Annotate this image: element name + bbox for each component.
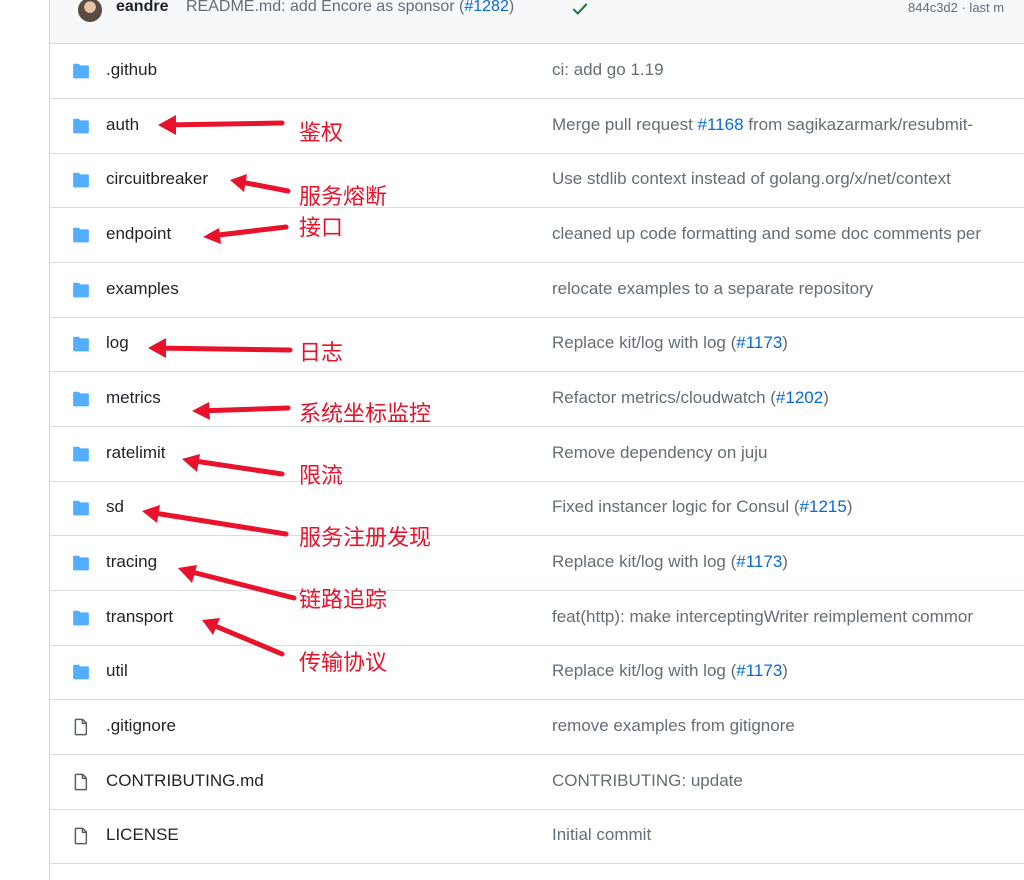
pr-link[interactable]: #1215 bbox=[800, 497, 847, 516]
file-name-link[interactable]: .gitignore bbox=[106, 716, 176, 736]
file-icon bbox=[74, 828, 88, 845]
file-row[interactable]: sd Fixed instancer logic for Consul (#121… bbox=[50, 481, 1024, 537]
folder-icon bbox=[73, 665, 89, 680]
folder-icon bbox=[73, 227, 89, 243]
pr-link[interactable]: #1173 bbox=[736, 661, 782, 680]
file-name-link[interactable]: log bbox=[106, 333, 129, 353]
file-row[interactable]: examples relocate examples to a separate … bbox=[50, 263, 1024, 318]
file-row[interactable]: log Replace kit/log with log (#1173) bbox=[50, 317, 1024, 373]
annotation-label-sd: 服务注册发现 bbox=[299, 526, 432, 551]
annotation-label-tracing: 链路追踪 bbox=[299, 588, 388, 613]
commit-message-link[interactable]: relocate examples to a separate reposito… bbox=[552, 279, 873, 299]
commit-message-link[interactable]: CONTRIBUTING: update bbox=[552, 771, 743, 791]
annotation-label-endpoint: 接口 bbox=[299, 216, 344, 241]
commit-message-link[interactable]: Use stdlib context instead of golang.org… bbox=[552, 169, 951, 189]
pr-link[interactable]: #1173 bbox=[736, 333, 782, 352]
file-icon bbox=[74, 773, 88, 791]
commit-message-link[interactable]: Initial commit bbox=[552, 825, 651, 845]
file-name-link[interactable]: endpoint bbox=[106, 224, 171, 244]
commit-message-link[interactable]: Replace kit/log with log (#1173) bbox=[552, 661, 788, 681]
file-icon bbox=[74, 718, 88, 736]
file-row[interactable]: circuitbreaker Use stdlib context instead… bbox=[50, 153, 1024, 209]
file-name-link[interactable]: .github bbox=[106, 60, 157, 80]
commit-message-link[interactable]: Refactor metrics/cloudwatch (#1202) bbox=[552, 388, 829, 408]
folder-icon bbox=[73, 63, 89, 79]
file-row[interactable]: CONTRIBUTING.md CONTRIBUTING: update bbox=[50, 755, 1024, 810]
folder-icon bbox=[73, 446, 89, 461]
folder-icon bbox=[73, 118, 89, 133]
folder-icon bbox=[73, 391, 89, 407]
file-row[interactable]: util Replace kit/log with log (#1173) bbox=[50, 645, 1024, 701]
folder-icon bbox=[73, 337, 89, 352]
file-name-link[interactable]: tracing bbox=[106, 552, 157, 572]
commit-message-link[interactable]: ci: add go 1.19 bbox=[552, 60, 664, 80]
commit-message-link[interactable]: Replace kit/log with log (#1173) bbox=[552, 333, 788, 353]
file-name-link[interactable]: util bbox=[106, 661, 128, 681]
file-row[interactable]: LICENSE Initial commit bbox=[50, 809, 1024, 865]
commit-message-link[interactable]: Fixed instancer logic for Consul (#1215) bbox=[552, 497, 853, 517]
file-row[interactable]: ratelimit Remove dependency on juju bbox=[50, 427, 1024, 482]
pr-link[interactable]: #1173 bbox=[736, 552, 782, 571]
file-name-link[interactable]: LICENSE bbox=[106, 825, 179, 845]
check-icon bbox=[572, 3, 588, 15]
file-row[interactable]: auth Merge pull request #1168 from sagika… bbox=[50, 99, 1024, 154]
commit-message-link[interactable]: feat(http): make interceptingWriter reim… bbox=[552, 607, 973, 627]
file-name-link[interactable]: sd bbox=[106, 497, 124, 517]
pr-link[interactable]: #1202 bbox=[776, 388, 823, 407]
folder-icon bbox=[73, 173, 89, 188]
file-name-link[interactable]: ratelimit bbox=[106, 443, 166, 463]
commit-message[interactable]: README.md: add Encore as sponsor (#1282) bbox=[186, 0, 514, 16]
file-row[interactable]: endpoint cleaned up code formatting and s… bbox=[50, 208, 1024, 263]
commit-author[interactable]: eandre bbox=[116, 0, 168, 16]
annotation-label-circuitbreaker: 服务熔断 bbox=[299, 185, 388, 210]
file-row[interactable]: tracing Replace kit/log with log (#1173) bbox=[50, 536, 1024, 592]
pr-link[interactable]: #1168 bbox=[698, 115, 744, 134]
folder-icon bbox=[73, 501, 89, 516]
file-name-link[interactable]: CONTRIBUTING.md bbox=[106, 771, 264, 791]
commit-message-link[interactable]: remove examples from gitignore bbox=[552, 716, 795, 736]
folder-icon bbox=[73, 610, 89, 625]
file-name-link[interactable]: circuitbreaker bbox=[106, 169, 208, 189]
file-row[interactable]: .github ci: add go 1.19 bbox=[50, 44, 1024, 99]
commit-message-link[interactable]: Remove dependency on juju bbox=[552, 443, 767, 463]
commit-pr-link[interactable]: #1282 bbox=[464, 0, 509, 15]
commit-message-link[interactable]: Replace kit/log with log (#1173) bbox=[552, 552, 788, 572]
annotation-label-log: 日志 bbox=[299, 341, 344, 366]
file-row[interactable]: .gitignore remove examples from gitignore bbox=[50, 700, 1024, 756]
folder-icon bbox=[73, 555, 89, 571]
file-browser-panel: eandre README.md: add Encore as sponsor … bbox=[49, 0, 1024, 880]
annotation-label-ratelimit: 限流 bbox=[299, 464, 344, 489]
folder-icon bbox=[73, 282, 89, 297]
annotation-label-transport: 传输协议 bbox=[299, 651, 388, 676]
commit-message-link[interactable]: Merge pull request #1168 from sagikazarm… bbox=[552, 115, 973, 135]
file-name-link[interactable]: metrics bbox=[106, 388, 161, 408]
file-name-link[interactable]: auth bbox=[106, 115, 139, 135]
annotation-label-metrics: 系统坐标监控 bbox=[299, 402, 432, 427]
commit-message-link[interactable]: cleaned up code formatting and some doc … bbox=[552, 224, 981, 244]
avatar[interactable] bbox=[78, 0, 102, 22]
file-row[interactable]: transport feat(http): make interceptingWr… bbox=[50, 591, 1024, 646]
file-name-link[interactable]: transport bbox=[106, 607, 173, 627]
latest-commit-bar: eandre README.md: add Encore as sponsor … bbox=[50, 0, 1024, 44]
file-row[interactable]: metrics Refactor metrics/cloudwatch (#120… bbox=[50, 372, 1024, 428]
commit-hash-meta[interactable]: 844c3d2 · last m bbox=[908, 0, 1004, 15]
annotation-label-auth: 鉴权 bbox=[299, 121, 344, 146]
file-name-link[interactable]: examples bbox=[106, 279, 179, 299]
